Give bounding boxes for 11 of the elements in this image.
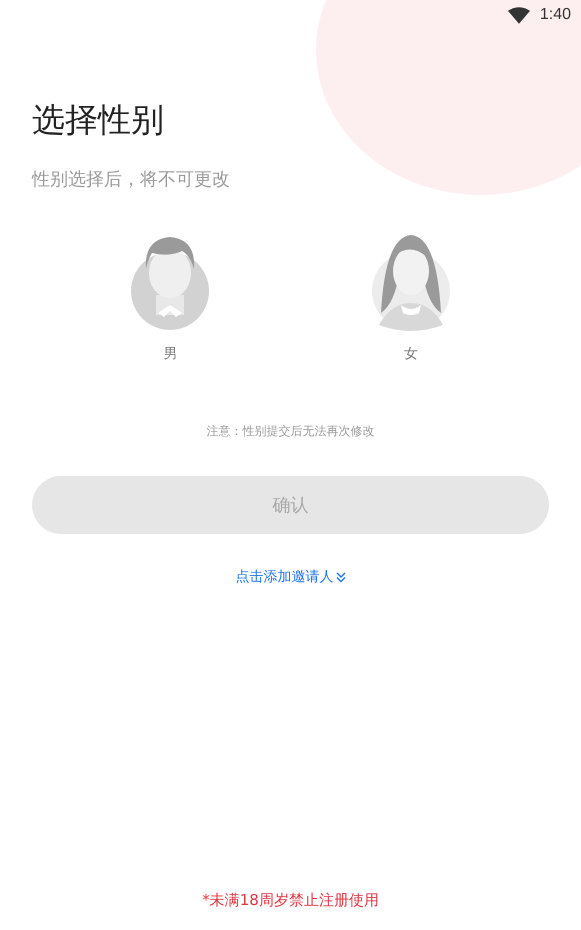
- gender-label: 男: [163, 345, 178, 363]
- gender-label: 女: [404, 345, 418, 363]
- double-chevron-down-icon[interactable]: [336, 572, 346, 582]
- note-text: 注意：性别提交后无法再次修改: [206, 423, 376, 440]
- add-inviter-link[interactable]: 点击添加邀请人: [236, 568, 334, 586]
- page-title: 选择性别: [32, 99, 165, 141]
- status-time: 1:40: [540, 6, 571, 24]
- female-avatar[interactable]: [370, 233, 451, 333]
- page-subtitle: 性别选择后，将不可更改: [32, 168, 231, 191]
- wifi-icon: [508, 6, 530, 24]
- age-warning: *未满18周岁禁止注册使用: [201, 891, 380, 910]
